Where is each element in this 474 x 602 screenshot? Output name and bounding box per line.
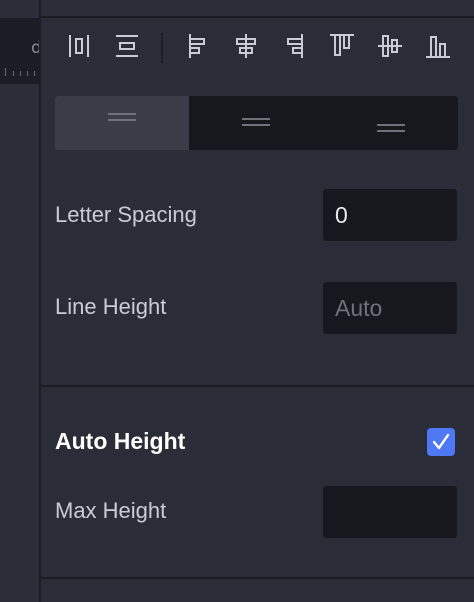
letter-spacing-input[interactable] — [323, 189, 457, 241]
canvas-area[interactable]: d — [0, 0, 39, 602]
distribute-vertical-icon[interactable] — [111, 30, 143, 62]
ruler-label: d — [31, 38, 39, 58]
align-top-icon[interactable] — [326, 30, 358, 62]
horizontal-ruler: d — [0, 18, 39, 84]
align-left-icon[interactable] — [182, 30, 214, 62]
distribute-horizontal-icon[interactable] — [63, 30, 95, 62]
align-center-horizontal-icon[interactable] — [230, 30, 262, 62]
checkmark-icon — [432, 433, 450, 450]
auto-height-checkbox[interactable] — [427, 428, 455, 456]
properties-panel: Letter Spacing Line Height Auto Height M… — [39, 0, 474, 602]
align-bottom-icon[interactable] — [422, 30, 454, 62]
alignment-toolbar — [41, 18, 474, 80]
align-center-vertical-icon[interactable] — [374, 30, 406, 62]
bottom-align-icon[interactable] — [324, 96, 458, 150]
line-height-input[interactable] — [323, 282, 457, 334]
letter-spacing-label: Letter Spacing — [55, 202, 197, 227]
max-height-input[interactable] — [323, 486, 457, 538]
auto-height-title: Auto Height — [55, 428, 186, 454]
toolbar-separator — [161, 33, 163, 63]
top-align-icon[interactable] — [55, 96, 190, 150]
section-divider — [41, 385, 474, 387]
max-height-label: Max Height — [55, 498, 167, 523]
section-divider-bottom — [41, 577, 474, 579]
align-right-icon[interactable] — [278, 30, 310, 62]
middle-align-icon[interactable] — [189, 96, 323, 150]
vertical-text-align-control — [55, 96, 458, 150]
line-height-label: Line Height — [55, 294, 167, 319]
